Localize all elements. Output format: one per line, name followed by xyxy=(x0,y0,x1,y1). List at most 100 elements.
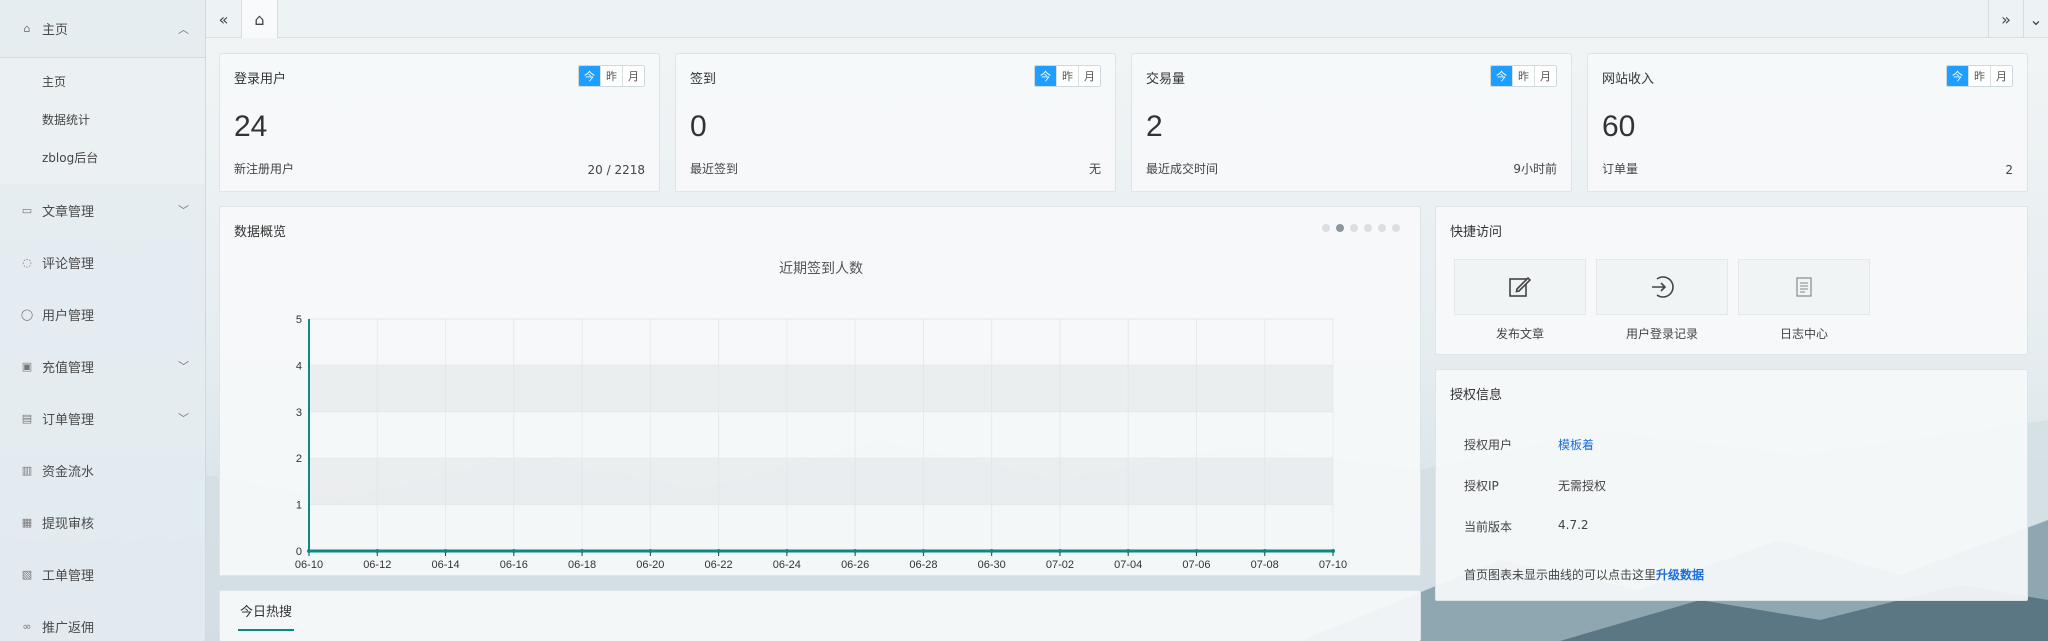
menu-comments[interactable]: ◌ 评论管理 xyxy=(0,236,205,288)
stat-title: 登录用户 xyxy=(234,72,287,87)
stat-value: 24 xyxy=(234,110,268,143)
submenu-home: 主页 数据统计 zblog后台 xyxy=(0,58,205,184)
period-today-button[interactable]: 今 xyxy=(1035,66,1057,86)
stat-value: 0 xyxy=(690,110,707,143)
log-icon xyxy=(1796,277,1812,297)
menu-orders[interactable]: ▤ 订单管理 ﹀ xyxy=(0,392,205,444)
series-point xyxy=(443,549,448,553)
submenu-item-home[interactable]: 主页 xyxy=(0,62,205,100)
period-month-button[interactable]: 月 xyxy=(623,66,644,86)
submenu-label: 数据统计 xyxy=(42,112,91,127)
carousel-dot[interactable] xyxy=(1350,224,1358,232)
x-tick-label: 06-26 xyxy=(841,559,869,571)
quick-label: 发布文章 xyxy=(1495,327,1544,341)
menu-label: 资金流水 xyxy=(42,464,95,480)
quick-access-card: 快捷访问 发布文章 用户登录记录 日志中心 xyxy=(1435,206,2028,355)
quick-publish-article[interactable]: 发布文章 xyxy=(1454,259,1586,342)
stat-foot-label: 最近签到 xyxy=(690,162,739,176)
license-key: 授权IP xyxy=(1464,479,1499,493)
carousel-dot[interactable] xyxy=(1364,224,1372,232)
quick-login-records-box[interactable] xyxy=(1596,259,1728,315)
quick-log-center-box[interactable] xyxy=(1738,259,1870,315)
stat-foot-value: 2 xyxy=(2005,163,2013,177)
stat-card-transactions: 交易量 今 昨 月 2 最近成交时间 9小时前 xyxy=(1131,53,1572,192)
period-yesterday-button[interactable]: 昨 xyxy=(601,66,623,86)
stat-card-checkin: 签到 今 昨 月 0 最近签到 无 xyxy=(675,53,1116,192)
carousel-dots xyxy=(1322,224,1400,232)
x-tick-label: 06-30 xyxy=(978,559,1006,571)
quick-login-records[interactable]: 用户登录记录 xyxy=(1596,259,1728,342)
menu-cash-flow[interactable]: ▥ 资金流水 xyxy=(0,444,205,496)
carousel-dot[interactable] xyxy=(1322,224,1330,232)
series-point xyxy=(1331,549,1335,553)
x-tick-label: 06-20 xyxy=(636,559,664,571)
y-tick-label: 4 xyxy=(296,360,302,372)
period-today-button[interactable]: 今 xyxy=(1491,66,1513,86)
book-icon: ▭ xyxy=(21,203,33,217)
home-tab[interactable]: ⌂ xyxy=(242,0,278,38)
submenu-label: 主页 xyxy=(42,74,67,89)
period-today-button[interactable]: 今 xyxy=(579,66,601,86)
chevron-down-icon: ﹀ xyxy=(178,204,189,217)
x-tick-label: 06-28 xyxy=(909,559,937,571)
user-icon: ◯ xyxy=(20,307,34,321)
license-key: 当前版本 xyxy=(1464,520,1513,534)
menu-articles[interactable]: ▭ 文章管理 ﹀ xyxy=(0,184,205,236)
home-icon: ⌂ xyxy=(254,9,265,29)
chevron-up-icon: ︿ xyxy=(178,22,189,36)
license-user-link[interactable]: 模板着 xyxy=(1558,436,1594,453)
series-point xyxy=(375,549,380,553)
stat-foot-label: 新注册用户 xyxy=(234,162,295,176)
withdraw-icon: ▦ xyxy=(21,515,33,529)
menu-label: 提现审核 xyxy=(42,516,95,532)
menu-users[interactable]: ◯ 用户管理 xyxy=(0,288,205,340)
menu-recharge[interactable]: ▣ 充值管理 ﹀ xyxy=(0,340,205,392)
chevron-down-icon: ﹀ xyxy=(178,412,189,425)
y-tick-label: 5 xyxy=(296,314,302,326)
tab-today-hot[interactable]: 今日热搜 xyxy=(238,591,295,631)
period-yesterday-button[interactable]: 昨 xyxy=(1513,66,1535,86)
upgrade-data-link[interactable]: 升级数据 xyxy=(1656,568,1704,582)
upgrade-note-text: 首页图表未显示曲线的可以点击这里 xyxy=(1464,568,1657,582)
license-key: 授权用户 xyxy=(1464,438,1513,452)
period-month-button[interactable]: 月 xyxy=(1991,66,2012,86)
chart-title: 近期签到人数 xyxy=(779,260,863,277)
series-point xyxy=(1262,549,1267,553)
menu-home[interactable]: ⌂ 主页 ︿ xyxy=(0,0,205,58)
checkin-line-chart: 近期签到人数 0 1 2 3 4 5 06-10 06-12 06-14 06-16 06-18 06-… xyxy=(295,260,1347,571)
submenu-item-stats[interactable]: 数据统计 xyxy=(0,100,205,138)
x-tick-label: 06-10 xyxy=(295,559,323,571)
menu-tickets[interactable]: ▧ 工单管理 xyxy=(0,548,205,600)
period-month-button[interactable]: 月 xyxy=(1535,66,1556,86)
submenu-item-zblog[interactable]: zblog后台 xyxy=(0,138,205,176)
carousel-dot[interactable] xyxy=(1336,224,1344,232)
x-tick-label: 07-10 xyxy=(1319,559,1347,571)
period-today-button[interactable]: 今 xyxy=(1947,66,1969,86)
carousel-dot[interactable] xyxy=(1392,224,1400,232)
chevron-down-icon: ﹀ xyxy=(178,360,189,373)
tabs-more-button[interactable]: ⌄ xyxy=(2024,0,2048,38)
tabs-next-button[interactable]: » xyxy=(1988,0,2024,38)
quick-access-title: 快捷访问 xyxy=(1450,225,1503,240)
period-yesterday-button[interactable]: 昨 xyxy=(1969,66,1991,86)
period-yesterday-button[interactable]: 昨 xyxy=(1057,66,1079,86)
menu-withdraw[interactable]: ▦ 提现审核 xyxy=(0,496,205,548)
menu-affiliate[interactable]: ∞ 推广返佣 xyxy=(0,600,205,641)
stat-foot-label: 最近成交时间 xyxy=(1146,162,1219,176)
series-point xyxy=(648,549,653,553)
collapse-sidebar-button[interactable]: « xyxy=(206,0,242,38)
double-left-icon: « xyxy=(218,9,229,29)
y-tick-label: 1 xyxy=(296,500,302,512)
period-month-button[interactable]: 月 xyxy=(1079,66,1100,86)
period-switch: 今 昨 月 xyxy=(1946,65,2013,87)
series-point xyxy=(511,549,516,553)
quick-label: 用户登录记录 xyxy=(1625,327,1698,341)
ticket-icon: ▧ xyxy=(21,567,33,581)
x-tick-label: 06-18 xyxy=(568,559,596,571)
quick-log-center[interactable]: 日志中心 xyxy=(1738,259,1870,342)
stat-foot-value: 9小时前 xyxy=(1513,162,1557,176)
stat-value: 60 xyxy=(1602,110,1636,143)
carousel-dot[interactable] xyxy=(1378,224,1386,232)
x-tick-label: 07-06 xyxy=(1182,559,1210,571)
quick-publish-article-box[interactable] xyxy=(1454,259,1586,315)
